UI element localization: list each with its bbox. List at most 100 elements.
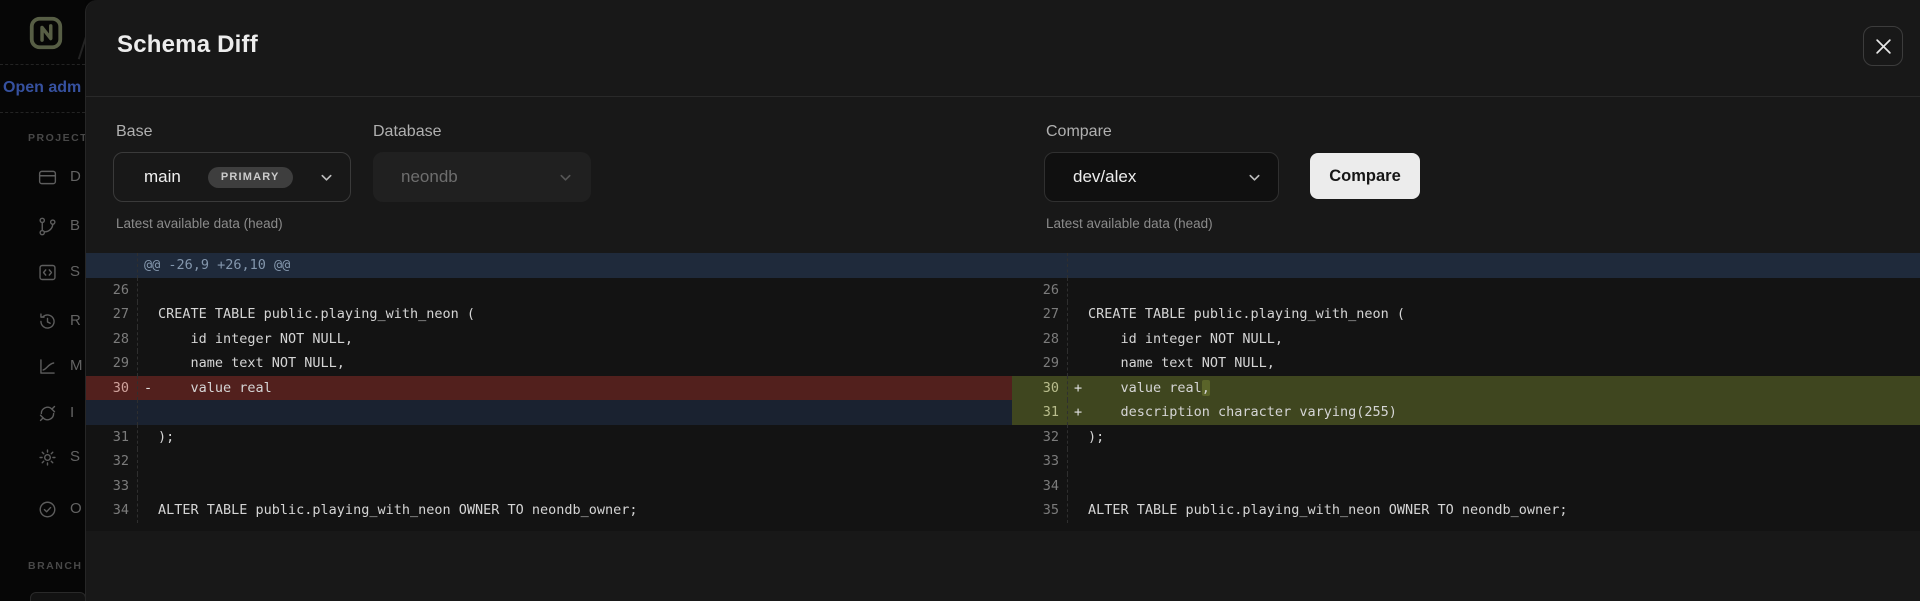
database-label: Database: [373, 123, 442, 141]
code-text: CREATE TABLE public.playing_with_neon (: [158, 306, 475, 322]
sidebar: Open adm PROJECT D B S R M I S O BRANCH: [0, 0, 85, 601]
line-number: 28: [86, 327, 138, 352]
diff-row-hunk: @@ -26,9 +26,10 @@: [86, 253, 1012, 278]
database-value: neondb: [401, 167, 458, 187]
diff-row-33: 33: [86, 474, 1012, 499]
code-text: CREATE TABLE public.playing_with_neon (: [1088, 306, 1405, 322]
chevron-down-icon: [319, 170, 334, 185]
sidebar-item-monitoring[interactable]: M: [0, 355, 85, 379]
sidebar-item-label: I: [70, 404, 74, 421]
hunk-header: @@ -26,9 +26,10 @@: [138, 257, 290, 273]
diff-marker: +: [1068, 380, 1088, 396]
line-number: 29: [1012, 351, 1068, 376]
settings-icon: [37, 447, 58, 468]
close-button[interactable]: [1863, 26, 1903, 66]
base-label: Base: [116, 123, 152, 141]
sidebar-item-settings[interactable]: S: [0, 446, 85, 470]
line-number: [1012, 253, 1068, 278]
diff-row-26: 26: [86, 278, 1012, 303]
diff-row-31: 31+ description character varying(255): [1012, 400, 1920, 425]
code-text: id integer NOT NULL,: [1088, 331, 1283, 347]
code-text: value real,: [1088, 380, 1210, 396]
code-text: );: [1088, 429, 1104, 445]
sidebar-item-restore[interactable]: R: [0, 310, 85, 334]
schema-diff-view: @@ -26,9 +26,10 @@2627CREATE TABLE publi…: [86, 253, 1920, 531]
diff-row-28: 28 id integer NOT NULL,: [86, 327, 1012, 352]
sidebar-item-label: B: [70, 217, 80, 234]
project-section-label: PROJECT: [28, 132, 85, 144]
line-number: 27: [86, 302, 138, 327]
primary-badge: PRIMARY: [208, 167, 293, 188]
sidebar-item-label: S: [70, 448, 80, 465]
line-number: 29: [86, 351, 138, 376]
schema-diff-modal: Schema Diff Base main PRIMARY Latest ava…: [85, 0, 1920, 601]
sidebar-item-sql-editor[interactable]: S: [0, 261, 85, 285]
close-icon: [1875, 38, 1892, 55]
diff-row-27: 27CREATE TABLE public.playing_with_neon …: [1012, 302, 1920, 327]
base-branch-value: main: [144, 167, 181, 187]
diff-row-30: 30+ value real,: [1012, 376, 1920, 401]
branch-selector[interactable]: [30, 592, 85, 601]
diff-row-26: 26: [1012, 278, 1920, 303]
compare-branch-value: dev/alex: [1073, 167, 1136, 187]
diff-row-29: 29 name text NOT NULL,: [1012, 351, 1920, 376]
sidebar-item-label: D: [70, 168, 81, 185]
diff-row-hunk: [1012, 253, 1920, 278]
code-text: id integer NOT NULL,: [158, 331, 353, 347]
line-number: [86, 253, 138, 278]
sidebar-item-label: O: [70, 500, 82, 517]
open-admin-link[interactable]: Open adm: [3, 79, 81, 97]
chevron-down-icon: [558, 170, 573, 185]
line-number: 33: [86, 474, 138, 499]
sidebar-item-label: M: [70, 357, 83, 374]
neon-logo[interactable]: [27, 14, 65, 52]
line-number: 32: [1012, 425, 1068, 450]
modal-header: Schema Diff: [86, 0, 1920, 97]
diff-marker: +: [1068, 404, 1088, 420]
dashboard-icon: [37, 167, 58, 188]
sidebar-divider: [0, 64, 85, 65]
line-number: 26: [1012, 278, 1068, 303]
diff-row-28: 28 id integer NOT NULL,: [1012, 327, 1920, 352]
line-number: [86, 400, 138, 425]
code-text: ALTER TABLE public.playing_with_neon OWN…: [158, 502, 638, 518]
modal-title: Schema Diff: [117, 31, 258, 59]
sidebar-item-dashboard[interactable]: D: [0, 166, 85, 190]
line-number: 34: [1012, 474, 1068, 499]
diff-row-32: 32);: [1012, 425, 1920, 450]
line-number: 32: [86, 449, 138, 474]
code-text: ALTER TABLE public.playing_with_neon OWN…: [1088, 502, 1568, 518]
compare-button[interactable]: Compare: [1310, 153, 1420, 199]
diff-row-filler: [86, 400, 1012, 425]
line-number: 31: [86, 425, 138, 450]
diff-row-27: 27 CREATE TABLE public.playing_with_neon …: [86, 302, 1012, 327]
compare-label: Compare: [1046, 123, 1112, 141]
operations-icon: [37, 499, 58, 520]
compare-caption: Latest available data (head): [1046, 216, 1213, 231]
database-select[interactable]: neondb: [373, 152, 591, 202]
line-number: 31: [1012, 400, 1068, 425]
code-text: description character varying(255): [1088, 404, 1397, 420]
sidebar-item-label: R: [70, 312, 81, 329]
compare-branch-select[interactable]: dev/alex: [1044, 152, 1279, 202]
branches-icon: [37, 216, 58, 237]
integrations-icon: [37, 403, 58, 424]
sidebar-item-integrations[interactable]: I: [0, 402, 85, 426]
line-number: 30: [1012, 376, 1068, 401]
diff-row-35: 35ALTER TABLE public.playing_with_neon O…: [1012, 498, 1920, 523]
screen: Open adm PROJECT D B S R M I S O BRANCH …: [0, 0, 1920, 601]
sidebar-item-label: S: [70, 263, 80, 280]
diff-row-34: 34: [1012, 474, 1920, 499]
line-number: 28: [1012, 327, 1068, 352]
sidebar-item-branches[interactable]: B: [0, 215, 85, 239]
diff-row-33: 33: [1012, 449, 1920, 474]
diff-row-31: 31);: [86, 425, 1012, 450]
branch-section-label: BRANCH: [28, 560, 83, 572]
diff-row-30: 30- value real: [86, 376, 1012, 401]
diff-row-34: 34ALTER TABLE public.playing_with_neon O…: [86, 498, 1012, 523]
restore-icon: [37, 311, 58, 332]
base-branch-select[interactable]: main PRIMARY: [113, 152, 351, 202]
sidebar-item-operations[interactable]: O: [0, 498, 85, 522]
sidebar-divider: [0, 112, 85, 113]
code-text: name text NOT NULL,: [158, 355, 345, 371]
